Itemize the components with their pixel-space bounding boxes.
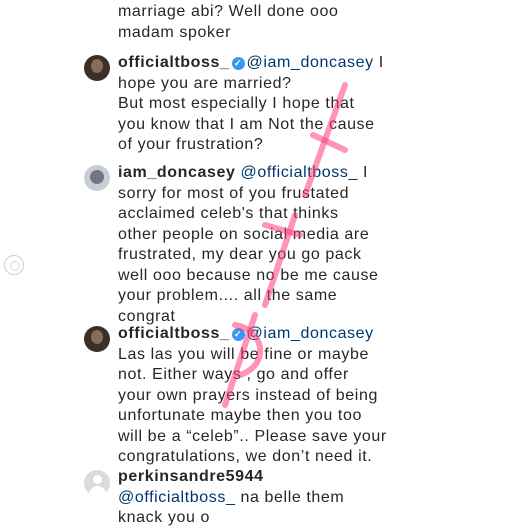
- username[interactable]: officialtboss_: [118, 54, 230, 71]
- comment-text-line: well ooo because no be me cause: [118, 266, 379, 284]
- comment-text: I: [373, 54, 384, 71]
- comment-text-line: frustrated, my dear you go pack: [118, 246, 362, 263]
- comment-officialtboss-1: officialtboss_ ✓ @iam_doncasey I hope you …: [84, 53, 448, 156]
- comment-text-line: hope you are married?: [118, 74, 292, 92]
- comment-partial-top: marriage abi? Well done ooo madam spoker: [118, 2, 448, 43]
- comment-text-line: other people on social media are: [118, 225, 370, 243]
- comment-header: iam_doncasey @officialtboss_ I: [118, 163, 448, 184]
- comment-text: I: [357, 164, 369, 181]
- mention-link[interactable]: @officialtboss_: [241, 164, 358, 181]
- verified-badge-icon: ✓: [231, 57, 245, 70]
- comment-text-line: your own prayers instead of being: [118, 386, 378, 404]
- username[interactable]: officialtboss_: [118, 325, 230, 342]
- verified-badge-icon: ✓: [231, 328, 245, 341]
- comment-text-line: your problem.... all the same: [118, 287, 338, 304]
- mention-link[interactable]: @iam_doncasey: [247, 325, 374, 342]
- comment-text-line: Las las you will be fine or maybe: [118, 345, 370, 363]
- comment-text-line: of your frustration?: [118, 136, 264, 153]
- carousel-dot-icon[interactable]: [4, 255, 24, 275]
- avatar[interactable]: [84, 326, 110, 352]
- comment-header: officialtboss_ ✓ @iam_doncasey: [118, 324, 448, 345]
- comment-text-line: unfortunate maybe then you too: [118, 407, 362, 424]
- comment-text: na belle them: [235, 488, 345, 506]
- avatar[interactable]: [84, 470, 110, 496]
- comment-header: officialtboss_ ✓ @iam_doncasey I: [118, 53, 448, 74]
- comment-text-line: knack you o: [118, 509, 210, 526]
- comment-text-line: congratulations, we don’t need it.: [118, 448, 373, 465]
- avatar[interactable]: [84, 55, 110, 81]
- comment-perkinsandre: perkinsandre5944 @officialtboss_ na bell…: [84, 467, 448, 529]
- comment-iam-doncasey: iam_doncasey @officialtboss_ I sorry for…: [84, 163, 448, 327]
- username[interactable]: iam_doncasey: [118, 164, 235, 181]
- comment-text-line: marriage abi? Well done ooo: [118, 3, 339, 20]
- comment-text-line: But most especially I hope that: [118, 95, 355, 112]
- comment-text-line: sorry for most of you frustated: [118, 184, 350, 202]
- comment-text-line: you know that I am Not the cause: [118, 115, 375, 133]
- username[interactable]: perkinsandre5944: [118, 467, 448, 488]
- comment-officialtboss-2: officialtboss_ ✓ @iam_doncasey Las las you…: [84, 324, 448, 468]
- mention-link[interactable]: @iam_doncasey: [247, 54, 374, 71]
- comment-text-line: not. Either ways , go and offer: [118, 366, 349, 383]
- comment-text-line: acclaimed celeb's that thinks: [118, 205, 339, 222]
- comment-text-line: @officialtboss_ na belle them: [118, 488, 448, 509]
- avatar[interactable]: [84, 165, 110, 191]
- comment-text-line: madam spoker: [118, 23, 232, 41]
- comment-text-line: will be a “celeb”.. Please save your: [118, 427, 387, 445]
- mention-link[interactable]: @officialtboss_: [118, 489, 235, 506]
